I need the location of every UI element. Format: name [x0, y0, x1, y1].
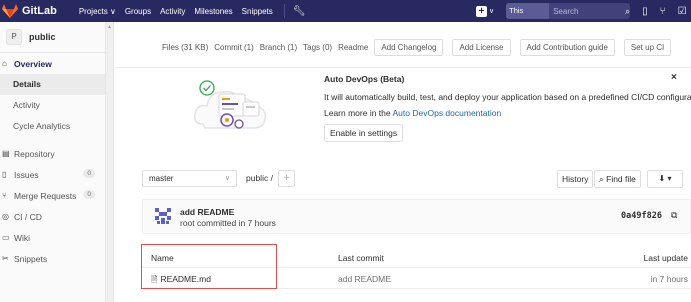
stat-files[interactable]: Files (31 KB) [162, 43, 208, 52]
new-dropdown-plus-icon[interactable]: + [476, 5, 487, 17]
auto-devops-banner: Auto DevOps (Beta) It will automatically… [324, 74, 691, 142]
sidebar-item-wiki[interactable]: ▭ Wiki [0, 227, 105, 248]
commit-sha[interactable]: 0a49f826 [621, 211, 662, 221]
scissors-icon: ✂ [2, 254, 9, 263]
search-input[interactable] [553, 6, 624, 16]
issues-icon: ▯ [2, 170, 7, 179]
find-file-label: Find file [606, 174, 636, 184]
sidebar-item-ci-cd[interactable]: ◎ CI / CD [0, 206, 105, 227]
sidebar-scrollbar[interactable]: ▲ [106, 22, 114, 302]
project-sidebar: P public ⌂ Overview Details Activity Cyc… [0, 22, 106, 302]
nav-snippets[interactable]: Snippets [242, 7, 273, 16]
stat-tags[interactable]: Tags (0) [303, 43, 332, 52]
chevron-down-icon: ∨ [224, 175, 230, 182]
auto-devops-title: Auto DevOps (Beta) [324, 74, 405, 84]
rocket-icon: ◎ [2, 212, 9, 221]
set-up-ci-button[interactable]: Set up CI [623, 39, 672, 56]
close-icon[interactable]: × [671, 72, 677, 83]
commit-meta: root committed in 7 hours [180, 218, 276, 228]
project-name: public [29, 32, 56, 42]
main-content: Files (31 KB) Commit (1) Branch (1) Tags… [115, 22, 691, 302]
last-commit-box: add README root committed in 7 hours 0a4… [142, 199, 691, 234]
highlight-box [141, 244, 277, 289]
nav-activity[interactable]: Activity [160, 7, 185, 16]
issues-count-badge: 0 [83, 169, 95, 178]
gitlab-logo-icon [2, 4, 18, 18]
sidebar-project-header[interactable]: P public [0, 22, 105, 52]
nav-divider [283, 4, 285, 18]
column-header-last-commit: Last commit [338, 253, 384, 263]
search-box: This project ⌕ [506, 3, 631, 31]
sidebar-item-merge-requests[interactable]: ⑂ Merge Requests 0 [0, 185, 105, 206]
merge-icon: ⑂ [2, 191, 7, 200]
enable-in-settings-button[interactable]: Enable in settings [324, 124, 404, 142]
branch-name: master [149, 174, 174, 183]
scroll-up-icon[interactable]: ▲ [107, 24, 112, 30]
sidebar-item-repository[interactable]: ▤ Repository [0, 143, 105, 164]
top-navbar: GitLab Projects ∨ Groups Activity Milest… [0, 0, 691, 31]
gitlab-brand: GitLab [22, 5, 57, 17]
branch-select[interactable]: master ∨ [142, 170, 237, 187]
learn-more-text: Learn more in the [324, 108, 393, 118]
stat-readme[interactable]: Readme [338, 43, 368, 52]
add-changelog-button[interactable]: Add Changelog [374, 39, 444, 56]
sidebar-sub-activity[interactable]: Activity [0, 95, 105, 116]
sidebar-item-issues[interactable]: ▯ Issues 0 [0, 164, 105, 185]
sidebar-sub-details[interactable]: Details [0, 74, 105, 95]
history-button[interactable]: History [557, 170, 594, 188]
admin-wrench-icon[interactable]: 🔧︎ [293, 6, 306, 17]
sidebar-item-label: Merge Requests [14, 190, 77, 201]
sidebar-item-label: CI / CD [14, 211, 42, 222]
merge-requests-count-badge: 0 [83, 190, 95, 199]
add-contribution-guide-button[interactable]: Add Contribution guide [519, 39, 615, 56]
stat-commits[interactable]: Commit (1) [214, 43, 254, 52]
gitlab-logo[interactable]: GitLab [2, 4, 79, 18]
nav-projects[interactable]: Projects ∨ [79, 7, 116, 16]
stats-divider [115, 67, 691, 68]
copy-icon[interactable]: ⧉ [671, 210, 677, 221]
nav-right-group: + ∨ This project ⌕ ▯ ⑂ ☑ [476, 0, 691, 31]
nav-groups[interactable]: Groups [125, 7, 151, 16]
stat-branches[interactable]: Branch (1) [260, 43, 297, 52]
wiki-icon: ▭ [2, 233, 10, 242]
commit-title-link[interactable]: add README [180, 207, 234, 217]
issues-icon[interactable]: ▯ [642, 6, 648, 17]
nav-milestones[interactable]: Milestones [194, 7, 232, 16]
sidebar-sub-cycle-analytics[interactable]: Cycle Analytics [0, 116, 105, 137]
sidebar-item-label: Snippets [14, 253, 48, 264]
book-icon: ▤ [2, 149, 10, 158]
auto-devops-text: It will automatically build, test, and d… [324, 92, 691, 102]
auto-devops-illustration [193, 80, 267, 129]
add-license-button[interactable]: Add License [452, 39, 511, 56]
home-icon: ⌂ [2, 59, 7, 68]
project-avatar: P [6, 29, 22, 45]
search-scope-badge[interactable]: This project [506, 3, 550, 31]
todos-icon[interactable]: ☑ [678, 6, 687, 17]
sidebar-item-label: Overview [14, 58, 52, 69]
sidebar-item-label: Wiki [14, 232, 31, 243]
column-header-last-update: Last update [643, 253, 688, 263]
sidebar-item-snippets[interactable]: ✂ Snippets [0, 248, 105, 269]
download-button[interactable]: ⬇ ▾ [647, 170, 683, 188]
add-to-tree-plus-icon[interactable]: + [278, 170, 295, 187]
merge-requests-icon[interactable]: ⑂ [660, 6, 666, 17]
sidebar-item-label: Repository [14, 148, 55, 159]
identicon-avatar [153, 206, 173, 226]
chevron-down-icon[interactable]: ∨ [489, 7, 494, 15]
auto-devops-learn-more: Learn more in the Auto DevOps documentat… [324, 108, 691, 118]
file-last-update: in 7 hours [650, 274, 688, 284]
sidebar-item-label: Issues [14, 169, 39, 180]
sidebar-item-overview[interactable]: ⌂ Overview [0, 53, 105, 74]
project-stats-bar: Files (31 KB) Commit (1) Branch (1) Tags… [162, 39, 680, 56]
repo-path-breadcrumb[interactable]: public / [246, 173, 273, 183]
search-icon: ⌕ [625, 5, 631, 16]
find-file-button[interactable]: ⌕ Find file [594, 170, 641, 188]
file-last-commit[interactable]: add README [338, 274, 391, 284]
auto-devops-docs-link[interactable]: Auto DevOps documentation [393, 108, 502, 118]
